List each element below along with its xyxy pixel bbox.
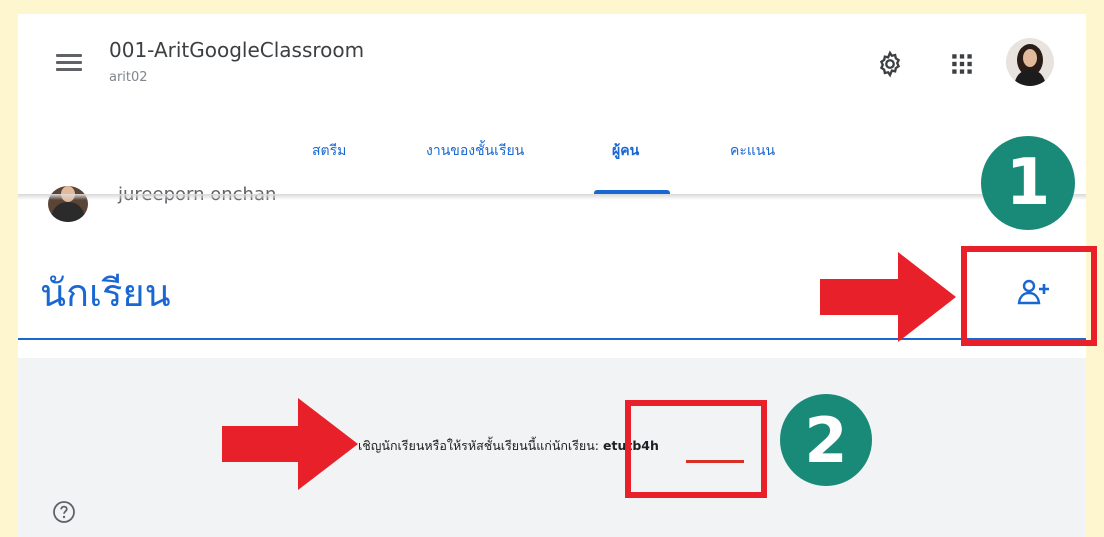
arrow-right-icon-1	[820, 252, 956, 342]
highlight-box-add-student	[961, 246, 1097, 346]
invite-text: เชิญนักเรียนหรือให้รหัสชั้นเรียนนี้แก่นั…	[358, 438, 599, 453]
menu-icon[interactable]	[56, 52, 84, 74]
arrow-right-icon-2	[222, 398, 358, 490]
tab-grades[interactable]: คะแนน	[730, 140, 775, 162]
class-section: arit02	[109, 70, 148, 85]
tab-classwork[interactable]: งานของชั้นเรียน	[426, 140, 524, 162]
invite-message: เชิญนักเรียนหรือให้รหัสชั้นเรียนนี้แก่นั…	[358, 436, 659, 456]
students-heading: นักเรียน	[40, 271, 171, 315]
class-name[interactable]: 001-AritGoogleClassroom	[109, 38, 364, 62]
highlight-box-class-code	[625, 400, 767, 498]
apps-grid-icon[interactable]	[946, 48, 978, 80]
step-2-badge: 2	[780, 394, 872, 486]
gear-icon[interactable]	[874, 48, 906, 80]
header-shadow	[18, 194, 1086, 200]
tab-stream[interactable]: สตรีม	[312, 140, 346, 162]
account-avatar[interactable]	[1006, 38, 1054, 86]
help-icon[interactable]	[52, 500, 76, 524]
teacher-avatar	[48, 186, 88, 222]
step-1-badge: 1	[981, 136, 1075, 230]
tab-people[interactable]: ผู้คน	[612, 140, 639, 162]
